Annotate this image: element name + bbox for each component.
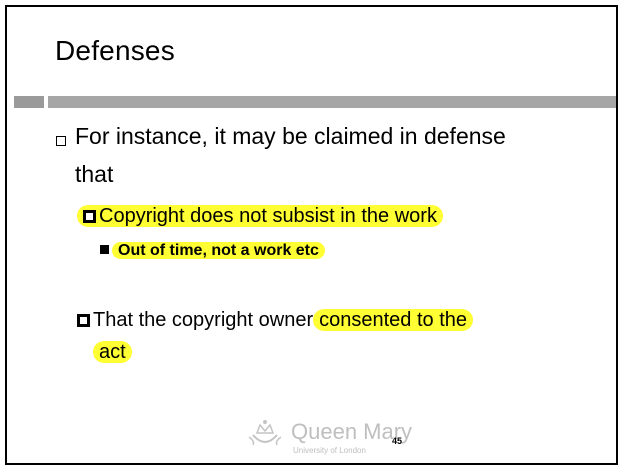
point-2-plain-text: That the copyright owner: [93, 309, 314, 331]
sub-bullet-point-1: Out of time, not a work etc: [100, 242, 325, 260]
crown-crest-icon: [248, 420, 282, 446]
university-logo: Queen Mary University of London: [245, 415, 412, 457]
title-rule-right: [48, 96, 616, 108]
intro-line-2: that: [75, 161, 114, 187]
bullet-point-2: That the copyright owner consented to the: [77, 309, 474, 332]
point-2-highlight-1: consented to the: [313, 309, 474, 331]
slide: Defenses For instance, it may be claimed…: [5, 5, 618, 465]
bullet-point-2-continuation: act: [93, 341, 132, 364]
square-bullet-icon: [77, 314, 90, 327]
intro-line-1: For instance, it may be claimed in defen…: [75, 123, 506, 149]
bullet-point-1: Copyright does not subsist in the work: [77, 205, 443, 228]
slide-title: Defenses: [55, 35, 175, 66]
logo-subtitle: University of London: [293, 446, 366, 455]
title-rule-left: [14, 96, 44, 108]
subpoint-1-text: Out of time, not a work etc: [112, 242, 325, 259]
highlight-point-1: Copyright does not subsist in the work: [77, 205, 443, 227]
square-bullet-icon: [83, 210, 96, 223]
point-1-text: Copyright does not subsist in the work: [99, 205, 437, 227]
filled-square-bullet-icon: [100, 245, 109, 254]
page-number: 45: [392, 436, 403, 446]
point-2-highlight-2: act: [93, 341, 132, 363]
open-square-bullet-icon: [56, 136, 66, 146]
